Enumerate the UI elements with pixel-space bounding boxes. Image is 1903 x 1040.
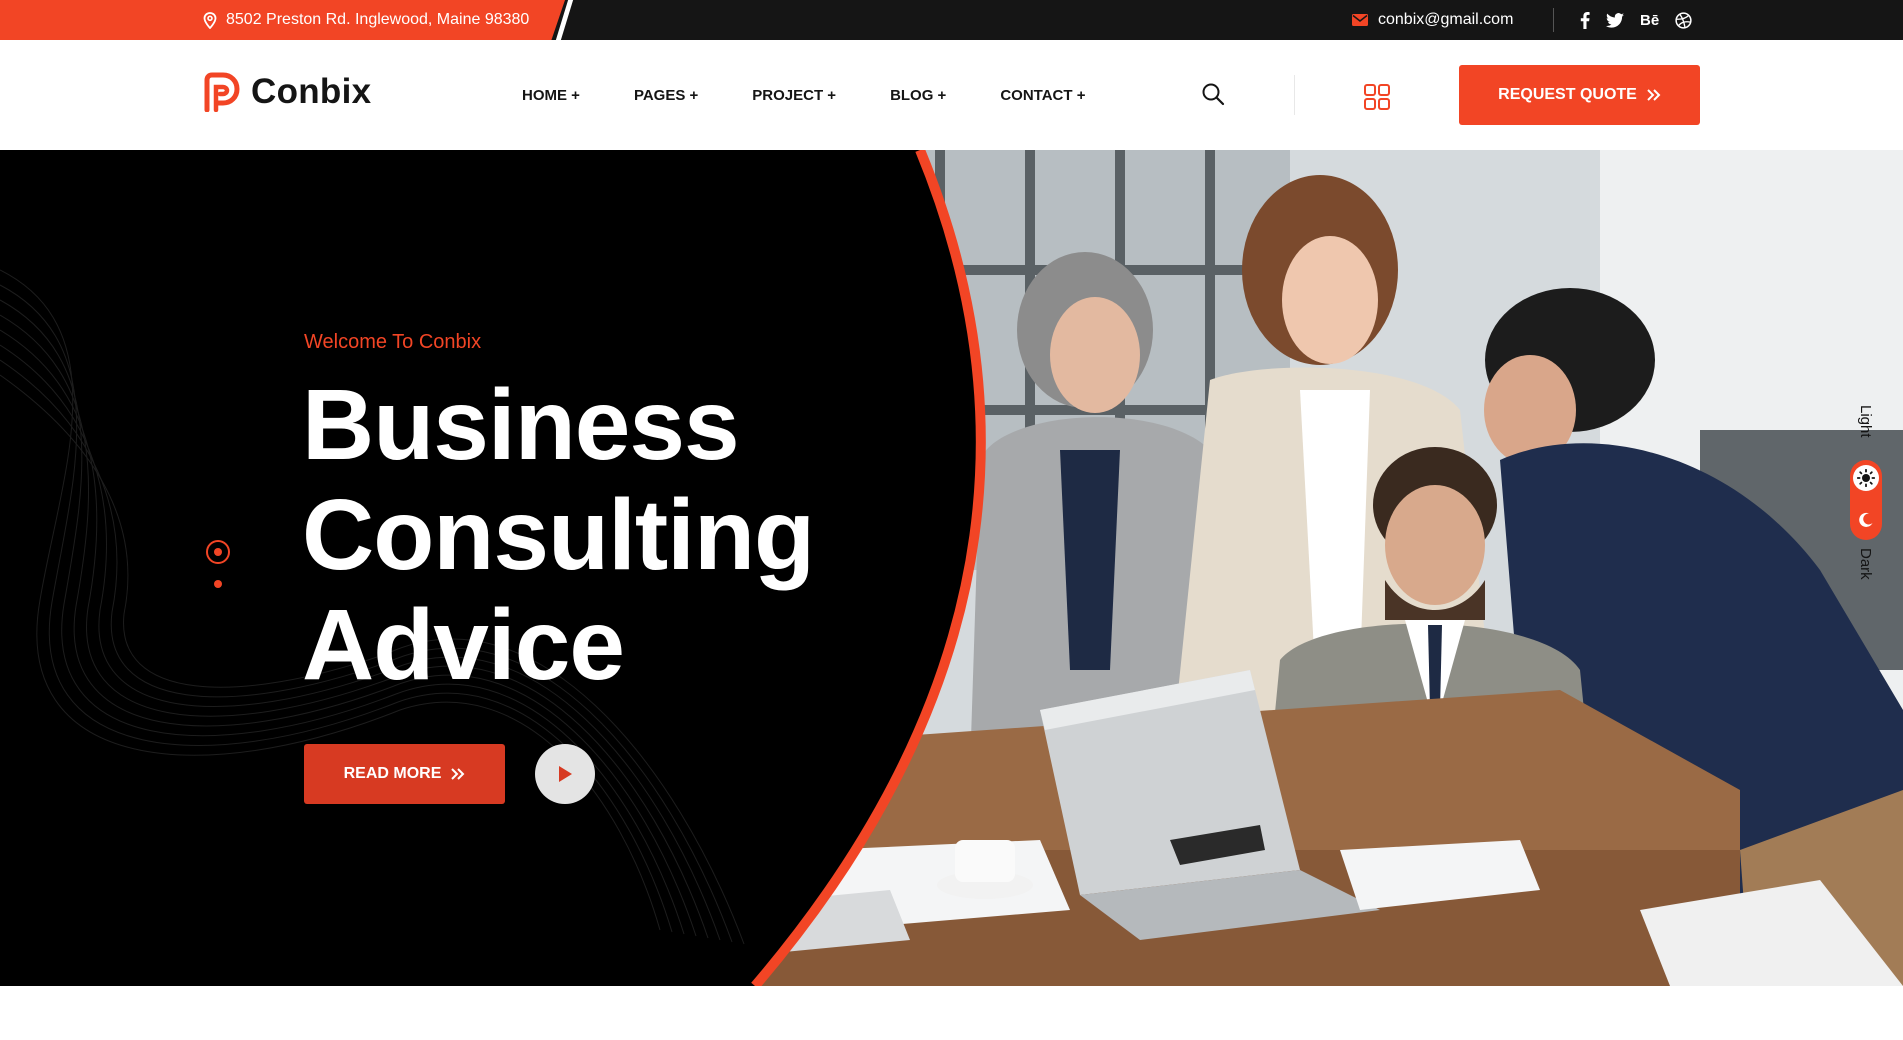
page: 8502 Preston Rd. Inglewood, Maine 98380 … bbox=[0, 0, 1903, 1040]
twitter-icon[interactable] bbox=[1606, 10, 1624, 30]
theme-light-label[interactable]: Light bbox=[1857, 405, 1874, 438]
slider-pagination bbox=[206, 540, 230, 588]
dribbble-icon[interactable] bbox=[1675, 10, 1692, 30]
play-video-button[interactable] bbox=[535, 744, 595, 804]
slider-dot-active[interactable] bbox=[206, 540, 230, 564]
address-text: 8502 Preston Rd. Inglewood, Maine 98380 bbox=[226, 11, 530, 28]
play-icon bbox=[559, 766, 572, 782]
main-nav: HOME + PAGES + PROJECT + BLOG + CONTACT … bbox=[522, 40, 1085, 150]
hero-title-line-3: Advice bbox=[302, 589, 625, 701]
read-more-label: READ MORE bbox=[343, 765, 442, 782]
envelope-icon bbox=[1352, 14, 1368, 26]
next-section bbox=[0, 986, 1903, 1040]
theme-toggle[interactable] bbox=[1850, 460, 1882, 540]
social-links: Bē bbox=[1580, 0, 1692, 40]
read-more-button[interactable]: READ MORE bbox=[304, 744, 505, 804]
hero-subtitle: Welcome To Conbix bbox=[304, 331, 482, 353]
address: 8502 Preston Rd. Inglewood, Maine 98380 bbox=[203, 0, 529, 40]
nav-item-project[interactable]: PROJECT + bbox=[752, 87, 836, 104]
grid-menu-icon[interactable] bbox=[1364, 84, 1390, 115]
hero-title: Business Consulting Advice bbox=[302, 369, 815, 701]
email-text: conbix@gmail.com bbox=[1378, 11, 1514, 28]
behance-icon[interactable]: Bē bbox=[1640, 10, 1659, 30]
request-quote-button[interactable]: REQUEST QUOTE bbox=[1459, 65, 1700, 125]
topbar-divider bbox=[1553, 8, 1554, 32]
hero-title-line-2: Consulting bbox=[302, 479, 815, 591]
logo-text: Conbix bbox=[251, 72, 372, 111]
logo-mark-icon bbox=[204, 72, 240, 112]
hero-title-line-1: Business bbox=[302, 369, 740, 481]
theme-dark-label[interactable]: Dark bbox=[1857, 548, 1874, 580]
facebook-icon[interactable] bbox=[1580, 10, 1590, 30]
location-pin-icon bbox=[203, 11, 217, 29]
nav-item-blog[interactable]: BLOG + bbox=[890, 87, 946, 104]
header-divider bbox=[1294, 75, 1295, 115]
top-bar: 8502 Preston Rd. Inglewood, Maine 98380 … bbox=[0, 0, 1903, 40]
nav-item-home[interactable]: HOME + bbox=[522, 87, 580, 104]
nav-item-contact[interactable]: CONTACT + bbox=[1000, 87, 1085, 104]
logo[interactable]: Conbix bbox=[203, 72, 371, 112]
sun-icon[interactable] bbox=[1853, 465, 1879, 491]
slider-dot[interactable] bbox=[214, 580, 222, 588]
double-chevron-right-icon bbox=[451, 768, 465, 780]
search-icon[interactable] bbox=[1201, 82, 1225, 111]
main-header: Conbix HOME + PAGES + PROJECT + BLOG + C… bbox=[0, 40, 1903, 150]
nav-item-pages[interactable]: PAGES + bbox=[634, 87, 698, 104]
double-chevron-right-icon bbox=[1647, 89, 1661, 101]
request-quote-label: REQUEST QUOTE bbox=[1498, 86, 1637, 103]
theme-switch: Light Dark bbox=[1845, 405, 1885, 590]
email-link[interactable]: conbix@gmail.com bbox=[1352, 0, 1513, 40]
moon-icon[interactable] bbox=[1858, 512, 1874, 528]
hero-section: Welcome To Conbix Business Consulting Ad… bbox=[0, 150, 1903, 986]
